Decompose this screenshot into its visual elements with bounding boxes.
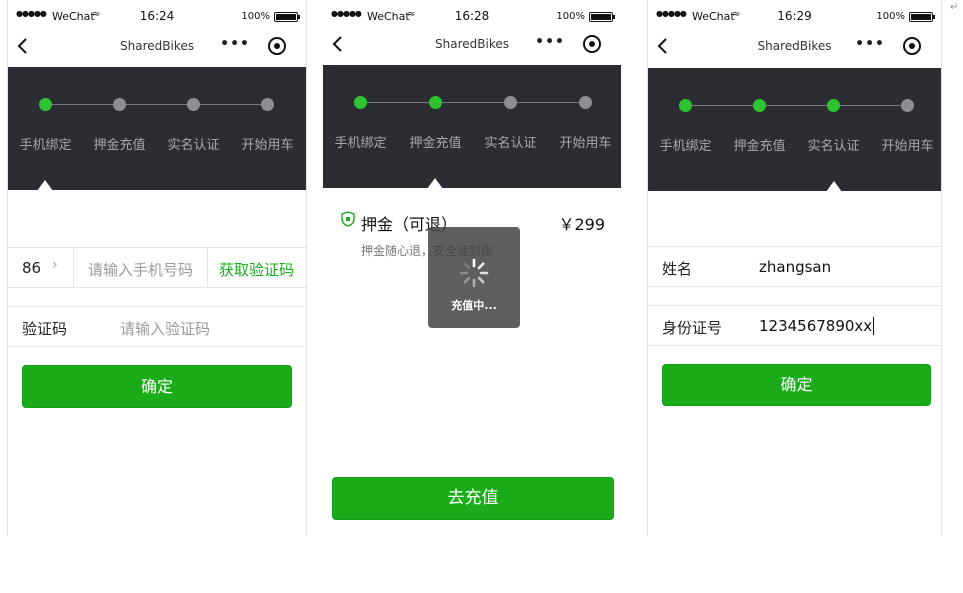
step-label: 押金充值 (93, 138, 146, 153)
phone-input[interactable]: 请输入手机号码 (88, 259, 193, 280)
step-pointer (37, 180, 53, 191)
divider (207, 248, 208, 287)
nav-title: SharedBikes (435, 37, 509, 51)
id-row: 身份证号 1234567890xx (648, 305, 941, 346)
step-pointer (427, 178, 443, 189)
step-dot (579, 96, 592, 109)
step-progress: 手机绑定 押金充值 实名认证 开始用车 (8, 67, 306, 191)
step-dot (827, 99, 840, 112)
step-progress: 手机绑定 押金充值 实名认证 开始用车 (648, 68, 941, 192)
id-input[interactable]: 1234567890xx (759, 317, 875, 335)
step-label: 手机绑定 (19, 138, 72, 153)
deposit-amount: ￥299 (558, 215, 605, 234)
more-icon[interactable]: ••• (855, 36, 885, 52)
step-label: 押金充值 (409, 136, 462, 151)
code-row: 验证码 请输入验证码 (8, 306, 306, 347)
battery-percent: 100% (876, 11, 905, 22)
nav-title: SharedBikes (757, 39, 832, 53)
loading-toast: 充值中... (428, 227, 520, 328)
step-label: 开始用车 (559, 136, 612, 151)
shield-icon (341, 211, 355, 227)
step-label: 开始用车 (881, 139, 934, 154)
confirm-button[interactable]: 确定 (22, 365, 292, 408)
step-track (685, 105, 904, 106)
step-dot (354, 96, 367, 109)
battery-percent: 100% (556, 11, 585, 22)
divider (7, 0, 8, 535)
step-label: 手机绑定 (334, 136, 387, 151)
toast-text: 充值中... (451, 299, 497, 312)
name-label: 姓名 (662, 260, 693, 278)
nav-bar: SharedBikes ••• (323, 26, 621, 64)
battery-icon (909, 12, 935, 22)
step-track (360, 102, 584, 103)
battery-percent: 100% (241, 11, 270, 22)
step-label: 实名认证 (484, 136, 537, 151)
nav-bar: SharedBikes ••• (8, 28, 306, 66)
step-label: 实名认证 (167, 138, 220, 153)
status-bar: ●●●●● WeChat ≈ 16:28 100% (323, 0, 621, 28)
confirm-button[interactable]: 确定 (662, 364, 931, 406)
divider (941, 0, 942, 535)
close-miniprogram-icon[interactable] (268, 37, 286, 55)
close-miniprogram-icon[interactable] (583, 35, 601, 53)
step-label: 开始用车 (241, 138, 294, 153)
step-dot (39, 98, 52, 111)
step-dot (901, 99, 914, 112)
step-dot (504, 96, 517, 109)
step-dot (753, 99, 766, 112)
step-track (45, 104, 269, 105)
screen-real-name: ●●●●● WeChat ≈ 16:29 100% SharedBikes ••… (648, 0, 941, 535)
status-bar: ●●●●● WeChat ≈ 16:24 100% (8, 0, 306, 28)
id-label: 身份证号 (662, 319, 723, 337)
more-icon[interactable]: ••• (535, 34, 565, 50)
code-label: 验证码 (22, 320, 68, 338)
step-progress: 手机绑定 押金充值 实名认证 开始用车 (323, 65, 621, 189)
step-dot (187, 98, 200, 111)
name-input[interactable]: zhangsan (759, 258, 831, 276)
get-code-button[interactable]: 获取验证码 (219, 259, 294, 280)
step-label: 手机绑定 (659, 139, 712, 154)
battery-icon (589, 12, 615, 22)
step-pointer (826, 181, 842, 192)
step-dot (113, 98, 126, 111)
step-label: 押金充值 (733, 139, 786, 154)
step-label: 实名认证 (807, 139, 860, 154)
country-code[interactable]: 86 (22, 259, 41, 277)
step-dot (679, 99, 692, 112)
loading-spinner-icon (459, 258, 489, 288)
name-row: 姓名 zhangsan (648, 246, 941, 287)
code-input[interactable]: 请输入验证码 (120, 318, 210, 339)
status-bar: ●●●●● WeChat ≈ 16:29 100% (648, 0, 941, 28)
nav-bar: SharedBikes ••• (648, 28, 941, 66)
step-dot (261, 98, 274, 111)
charge-button[interactable]: 去充值 (332, 477, 614, 520)
chevron-right-icon: › (52, 257, 58, 273)
nav-title: SharedBikes (120, 39, 194, 53)
divider (306, 0, 307, 535)
step-dot (429, 96, 442, 109)
phone-row: 86 › 请输入手机号码 获取验证码 (8, 247, 306, 288)
divider (73, 248, 74, 287)
screen-deposit: ●●●●● WeChat ≈ 16:28 100% SharedBikes ••… (323, 0, 621, 535)
screen-phone-binding: ●●●●● WeChat ≈ 16:24 100% SharedBikes ••… (8, 0, 306, 535)
more-icon[interactable]: ••• (220, 36, 250, 52)
close-miniprogram-icon[interactable] (903, 37, 921, 55)
battery-icon (274, 12, 300, 22)
